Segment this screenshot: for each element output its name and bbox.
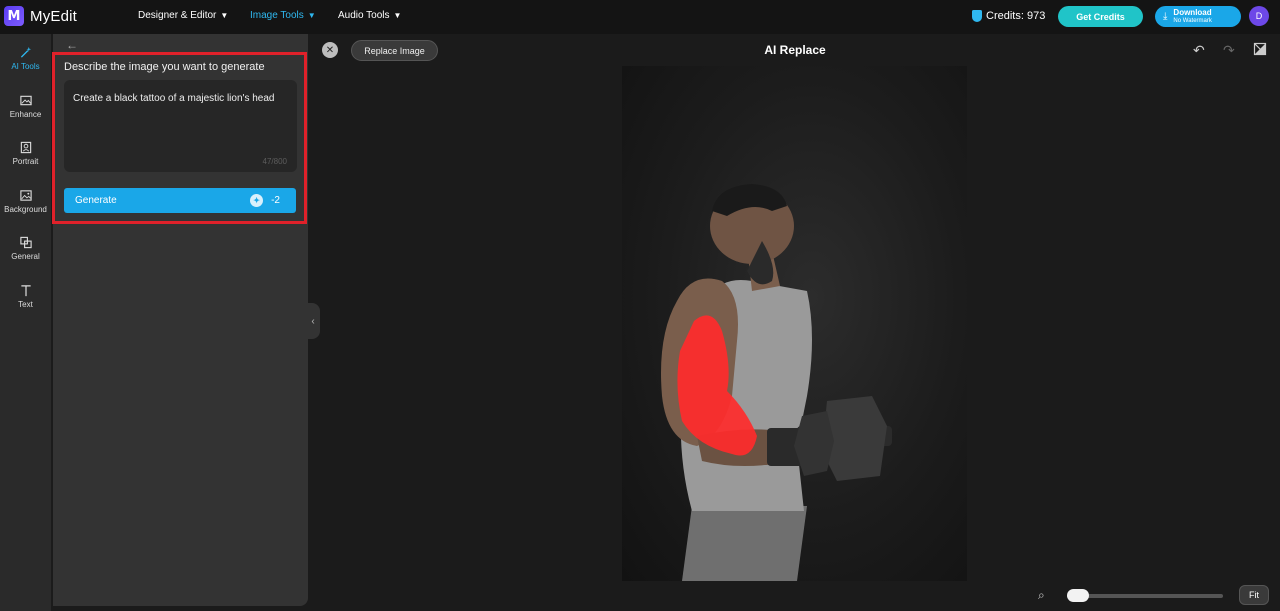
logo[interactable]: M MyEdit [4, 6, 77, 26]
back-arrow-icon[interactable]: ← [66, 38, 78, 52]
download-label: Download [1173, 7, 1212, 17]
nav-audio-tools[interactable]: Audio Tools ▼ [338, 10, 401, 21]
download-icon: ⤓ [1163, 11, 1168, 22]
replace-image-button[interactable]: Replace Image [351, 40, 438, 61]
nav-label: Image Tools [250, 10, 304, 21]
nav-designer-editor[interactable]: Designer & Editor ▼ [138, 10, 228, 21]
rail-item-enhance[interactable]: Enhance [0, 94, 51, 119]
chevron-down-icon: ▼ [393, 11, 402, 20]
logo-icon: M [4, 6, 24, 26]
rail-label: AI Tools [11, 62, 40, 71]
rail-label: Background [4, 205, 47, 214]
rail-item-background[interactable]: Background [0, 189, 51, 214]
wand-icon [20, 46, 31, 58]
close-icon: ✕ [325, 44, 335, 56]
collapse-panel-button[interactable]: ‹ [306, 303, 320, 339]
fit-button[interactable]: Fit [1239, 585, 1269, 605]
layers-icon [19, 236, 32, 249]
chevron-down-icon: ▼ [220, 11, 229, 20]
chevron-down-icon: ▼ [307, 11, 316, 20]
nav-label: Designer & Editor [138, 10, 217, 21]
highlight-box [52, 52, 307, 224]
photo-athlete [661, 184, 892, 581]
undo-icon[interactable]: ↶ [1193, 42, 1205, 59]
download-button[interactable]: ⤓ Download No Watermark [1155, 6, 1241, 27]
rail-label: Text [18, 300, 33, 309]
get-credits-button[interactable]: Get Credits [1058, 6, 1143, 27]
rail-label: Portrait [12, 157, 39, 166]
compare-icon[interactable] [1253, 42, 1267, 59]
image-canvas[interactable] [622, 66, 967, 581]
tool-rail: AI Tools Enhance Portrait Background Gen… [0, 34, 51, 611]
zoom-slider[interactable] [1067, 594, 1223, 598]
nav-image-tools[interactable]: Image Tools ▼ [250, 10, 316, 21]
download-sublabel: No Watermark [1173, 17, 1212, 24]
nav-label: Audio Tools [338, 10, 390, 21]
app-name: MyEdit [30, 7, 78, 25]
zoom-icon[interactable]: ⌕ [1038, 588, 1045, 603]
portrait-icon [20, 141, 31, 154]
shield-icon [972, 10, 982, 22]
text-icon [20, 285, 31, 297]
avatar[interactable]: D [1249, 6, 1269, 26]
background-icon [19, 190, 32, 201]
rail-label: General [11, 252, 40, 261]
rail-item-portrait[interactable]: Portrait [0, 141, 51, 166]
rail-label: Enhance [9, 110, 42, 119]
zoom-slider-handle[interactable] [1067, 589, 1089, 602]
top-bar: M MyEdit Designer & Editor ▼ Image Tools ▼… [0, 0, 1280, 34]
redo-icon[interactable]: ↷ [1223, 42, 1235, 59]
chevron-left-icon: ‹ [311, 315, 315, 327]
close-button[interactable]: ✕ [322, 42, 338, 58]
rail-item-text[interactable]: Text [0, 284, 51, 309]
rail-item-general[interactable]: General [0, 236, 51, 261]
page-title: AI Replace [764, 43, 826, 57]
image-enhance-icon [19, 95, 32, 106]
credits-display: Credits: 973 [972, 10, 1045, 22]
rail-item-ai-tools[interactable]: AI Tools [0, 46, 51, 71]
credits-text: Credits: 973 [986, 10, 1046, 22]
